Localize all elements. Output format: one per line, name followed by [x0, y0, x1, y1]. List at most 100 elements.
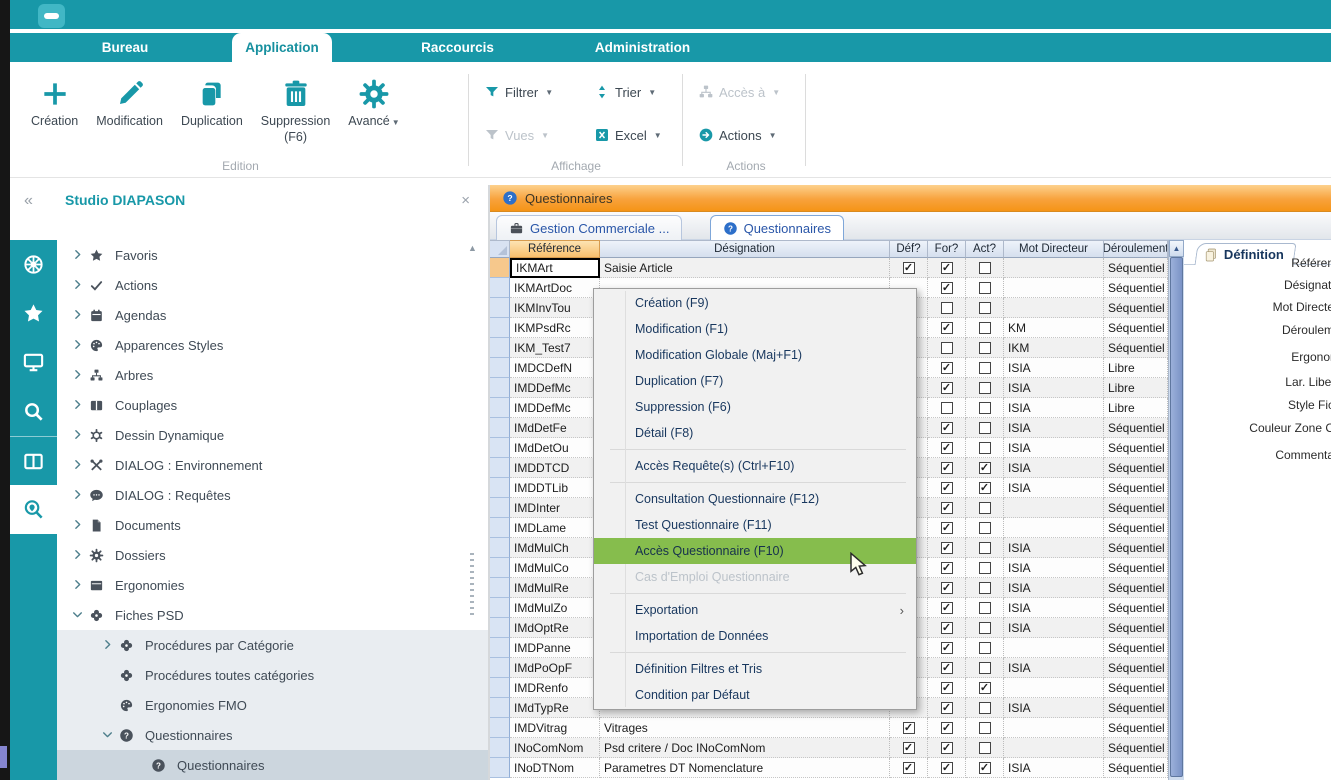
cell-deroulement[interactable]: Séquentiel: [1104, 758, 1168, 778]
sidebar-item-arbres[interactable]: Arbres: [57, 360, 488, 390]
row-selector[interactable]: [490, 558, 510, 578]
chevron-right-icon[interactable]: [71, 278, 89, 292]
cell-reference[interactable]: IKMPsdRc: [510, 318, 600, 338]
cell-act[interactable]: [966, 298, 1004, 318]
act-checkbox[interactable]: [979, 562, 991, 574]
cell-for[interactable]: ✓: [928, 678, 966, 698]
sidebar-item-agendas[interactable]: Agendas: [57, 300, 488, 330]
act-checkbox[interactable]: [979, 702, 991, 714]
for-checkbox[interactable]: ✓: [941, 682, 953, 694]
scrollbar-thumb[interactable]: [1170, 257, 1183, 777]
cell-deroulement[interactable]: Séquentiel: [1104, 658, 1168, 678]
table-row[interactable]: IMDVitragVitrages✓✓Séquentiel: [490, 718, 1184, 738]
sidebar-item-fiches-psd[interactable]: Fiches PSD: [57, 600, 488, 630]
chevron-right-icon[interactable]: [71, 488, 89, 502]
row-selector[interactable]: [490, 678, 510, 698]
cell-mot-directeur[interactable]: IKM: [1004, 338, 1104, 358]
sidebar-close-icon[interactable]: ×: [461, 192, 470, 209]
context-menu-item-duplication-f7[interactable]: Duplication (F7): [594, 368, 916, 394]
cell-act[interactable]: [966, 438, 1004, 458]
cell-mot-directeur[interactable]: ISIA: [1004, 578, 1104, 598]
for-checkbox[interactable]: ✓: [941, 702, 953, 714]
for-checkbox[interactable]: ✓: [941, 562, 953, 574]
row-selector[interactable]: [490, 338, 510, 358]
cell-def[interactable]: ✓: [890, 758, 928, 778]
cell-deroulement[interactable]: Séquentiel: [1104, 318, 1168, 338]
cell-for[interactable]: ✓: [928, 438, 966, 458]
row-selector[interactable]: [490, 718, 510, 738]
chevron-right-icon[interactable]: [71, 578, 89, 592]
for-checkbox[interactable]: ✓: [941, 742, 953, 754]
sidebar-item-dossiers[interactable]: Dossiers: [57, 540, 488, 570]
column-header-d-roulement[interactable]: Déroulement: [1104, 240, 1168, 258]
act-checkbox[interactable]: [979, 302, 991, 314]
cell-act[interactable]: [966, 658, 1004, 678]
cell-for[interactable]: ✓: [928, 698, 966, 718]
tree-scroll-up-icon[interactable]: ▲: [468, 243, 477, 253]
row-selector[interactable]: [490, 398, 510, 418]
act-checkbox[interactable]: [979, 722, 991, 734]
act-checkbox[interactable]: [979, 522, 991, 534]
act-checkbox[interactable]: [979, 422, 991, 434]
cell-designation[interactable]: Parametres DT Nomenclature: [600, 758, 890, 778]
cell-mot-directeur[interactable]: KM: [1004, 318, 1104, 338]
context-menu-item-condition-par-d-faut[interactable]: Condition par Défaut: [594, 682, 916, 708]
for-checkbox[interactable]: ✓: [941, 422, 953, 434]
cell-mot-directeur[interactable]: [1004, 258, 1104, 278]
cell-for[interactable]: ✓: [928, 558, 966, 578]
ribbon-button-vues[interactable]: Vues▼: [484, 125, 549, 145]
act-checkbox[interactable]: ✓: [979, 682, 991, 694]
sidebar-item-actions[interactable]: Actions: [57, 270, 488, 300]
ribbon-tab-raccourcis[interactable]: Raccourcis: [405, 33, 510, 62]
row-selector[interactable]: [490, 518, 510, 538]
cell-mot-directeur[interactable]: ISIA: [1004, 478, 1104, 498]
act-checkbox[interactable]: [979, 402, 991, 414]
for-checkbox[interactable]: ✓: [941, 662, 953, 674]
chevron-right-icon[interactable]: [71, 458, 89, 472]
context-menu-item-acc-s-requ-te-s-ctrl-f10[interactable]: Accès Requête(s) (Ctrl+F10): [594, 453, 916, 479]
column-header-d-f[interactable]: Déf?: [890, 240, 928, 258]
ribbon-button-excel[interactable]: Excel▼: [594, 125, 662, 145]
chevron-right-icon[interactable]: [71, 368, 89, 382]
cell-mot-directeur[interactable]: [1004, 518, 1104, 538]
sidebar-collapse-icon[interactable]: «: [24, 192, 33, 210]
cell-deroulement[interactable]: Séquentiel: [1104, 458, 1168, 478]
for-checkbox[interactable]: ✓: [941, 722, 953, 734]
cell-reference[interactable]: INoComNom: [510, 738, 600, 758]
context-menu-item-modification-globale-maj-f1[interactable]: Modification Globale (Maj+F1): [594, 342, 916, 368]
for-checkbox[interactable]: ✓: [941, 482, 953, 494]
cell-deroulement[interactable]: Libre: [1104, 358, 1168, 378]
chevron-right-icon[interactable]: [71, 398, 89, 412]
row-selector[interactable]: [490, 298, 510, 318]
act-checkbox[interactable]: [979, 742, 991, 754]
cell-reference[interactable]: IMDInter: [510, 498, 600, 518]
cell-mot-directeur[interactable]: ISIA: [1004, 598, 1104, 618]
cell-act[interactable]: [966, 418, 1004, 438]
cell-reference[interactable]: IMDVitrag: [510, 718, 600, 738]
for-checkbox[interactable]: ✓: [941, 322, 953, 334]
sidebar-item-proc-dures-toutes-cat-gories[interactable]: Procédures toutes catégories: [57, 660, 488, 690]
cell-act[interactable]: [966, 278, 1004, 298]
sidebar-item-apparences-styles[interactable]: Apparences Styles: [57, 330, 488, 360]
document-tab-questionnaires[interactable]: ?Questionnaires: [710, 215, 844, 240]
row-selector[interactable]: [490, 378, 510, 398]
cell-act[interactable]: [966, 698, 1004, 718]
row-selector[interactable]: [490, 618, 510, 638]
cell-for[interactable]: ✓: [928, 578, 966, 598]
cell-deroulement[interactable]: Séquentiel: [1104, 578, 1168, 598]
table-row[interactable]: INoDTNomParametres DT Nomenclature✓✓✓ISI…: [490, 758, 1184, 778]
rail-button-star-icon[interactable]: [10, 289, 57, 338]
cell-reference[interactable]: IMDCDefN: [510, 358, 600, 378]
cell-for[interactable]: ✓: [928, 638, 966, 658]
for-checkbox[interactable]: [941, 302, 953, 314]
cell-act[interactable]: [966, 558, 1004, 578]
cell-reference[interactable]: IKMInvTou: [510, 298, 600, 318]
sidebar-item-favoris[interactable]: Favoris: [57, 240, 488, 270]
cell-reference[interactable]: IMDDefMc: [510, 378, 600, 398]
column-header-select-all[interactable]: [490, 240, 510, 258]
cell-act[interactable]: [966, 338, 1004, 358]
context-menu-item-importation-de-donn-es[interactable]: Importation de Données: [594, 623, 916, 649]
cell-reference[interactable]: IMDLame: [510, 518, 600, 538]
cell-reference[interactable]: INoDTNom: [510, 758, 600, 778]
scroll-up-button[interactable]: ▲: [1169, 240, 1184, 257]
